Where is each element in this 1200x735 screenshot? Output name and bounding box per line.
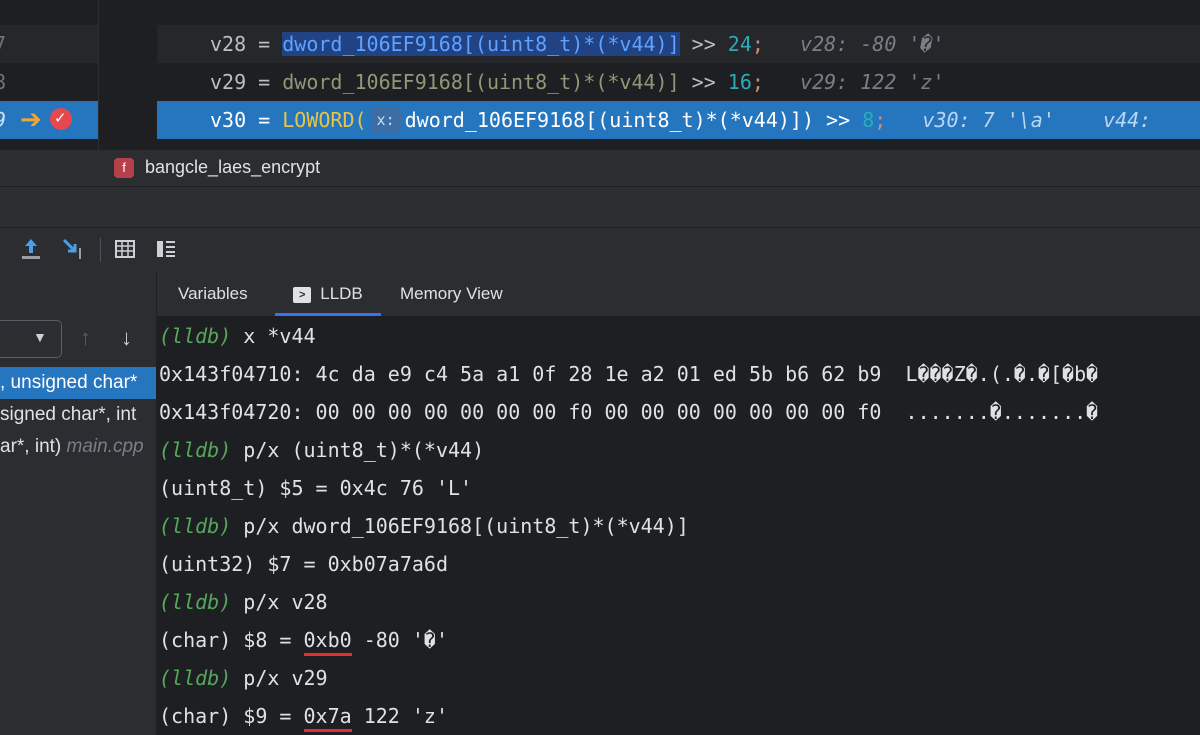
inline-value-hint: v28: -80 '�': [800, 32, 945, 56]
console-output: 0x143f04720: 00 00 00 00 00 00 00 f0 00 …: [159, 400, 1099, 424]
gutter-divider: [98, 0, 157, 150]
output-prefix: (char) $9 =: [159, 704, 304, 728]
selected-expression: dword_106EF9168[(uint8_t)*(*v44)]: [282, 32, 680, 56]
evaluate-table-icon[interactable]: [112, 236, 138, 262]
parameter-hint-chip: x:: [370, 107, 401, 133]
command-text: p/x v28: [231, 590, 328, 614]
execution-point-arrow-icon: ➔: [20, 104, 42, 134]
output-suffix: 122 'z': [351, 704, 448, 728]
tab-memory-view[interactable]: Memory View: [400, 272, 503, 316]
frame-label: signed char*, int: [0, 404, 137, 425]
tab-variables[interactable]: Variables: [178, 272, 248, 316]
arrow-down-icon[interactable]: ↓: [121, 326, 132, 350]
tab-label: Variables: [178, 284, 248, 303]
editor-line[interactable]: 8 v29 = dword_106EF9168[(uint8_t)*(*v44)…: [0, 63, 1200, 101]
layout-icon[interactable]: [153, 236, 179, 262]
debug-tabs: Variables > LLDB Memory View: [157, 272, 1200, 317]
array-expression: dword_106EF9168[(uint8_t)*(*v44)]): [404, 108, 815, 132]
shift-amount: 24: [727, 32, 752, 56]
console-output: 0x143f04710: 4c da e9 c4 5a a1 0f 28 1e …: [159, 362, 1099, 386]
shift-amount: 8: [862, 108, 875, 132]
lldb-prompt: (lldb): [159, 514, 232, 538]
console-output: (uint32) $7 = 0xb07a7a6d: [159, 552, 448, 576]
function-name: LOWORD(: [282, 108, 367, 132]
console-output: (uint8_t) $5 = 0x4c 76 'L': [159, 476, 473, 500]
breadcrumb-function-label[interactable]: bangcle_laes_encrypt: [145, 157, 320, 178]
variable-name: v28: [210, 32, 247, 56]
code-text: v30 = LOWORD(x: dword_106EF9168[(uint8_t)…: [210, 107, 1152, 133]
stack-frame-selected[interactable]: , unsigned char*: [0, 367, 156, 399]
inline-value-hint-2: v44:: [1103, 108, 1152, 132]
tab-label: LLDB: [320, 284, 363, 303]
command-text: p/x v29: [231, 666, 328, 690]
inline-value-hint: v30: 7 '\a': [922, 108, 1055, 132]
run-to-cursor-icon[interactable]: [60, 236, 86, 262]
lldb-prompt: (lldb): [159, 590, 232, 614]
output-prefix: (char) $8 =: [159, 628, 304, 652]
breakpoint-icon[interactable]: ✓: [50, 108, 72, 130]
debug-toolbar: [0, 228, 1200, 273]
console-command: (lldb) p/x v29: [159, 659, 328, 697]
stack-frame[interactable]: ar*, int) main.cpp: [0, 431, 156, 463]
underlined-value: 0xb0: [303, 628, 352, 656]
toolbar-separator: [100, 238, 101, 262]
console-command: (lldb) p/x (uint8_t)*(*v44): [159, 431, 484, 469]
line-number: 9: [0, 101, 14, 139]
console-command: (lldb) x *v44: [159, 317, 316, 355]
editor-line-current[interactable]: 9 v30 = LOWORD(x:dword_106EF9168[(uint8_…: [0, 101, 1200, 139]
function-icon: f: [114, 158, 134, 178]
command-text: p/x dword_106EF9168[(uint8_t)*(*v44)]: [231, 514, 689, 538]
code-text: v28 = dword_106EF9168[(uint8_t)*(*v44)] …: [210, 32, 945, 56]
frame-label: ar*, int): [0, 436, 67, 457]
stack-frame[interactable]: signed char*, int: [0, 399, 156, 431]
editor-line[interactable]: 7 v28 = dword_106EF9168[(uint8_t)*(*v44)…: [0, 25, 1200, 63]
lldb-prompt: (lldb): [159, 666, 232, 690]
line-number: 7: [0, 32, 7, 56]
frames-panel: ▼ ↑ ↓ , unsigned char* signed char*, int…: [0, 272, 157, 735]
chevron-down-icon: ▼: [33, 329, 47, 345]
console-output: (char) $9 = 0x7a 122 'z': [159, 697, 448, 735]
arrow-up-icon[interactable]: ↑: [80, 326, 91, 350]
thread-dropdown[interactable]: ▼: [0, 320, 62, 358]
check-icon: ✓: [54, 110, 67, 127]
terminal-icon: >: [293, 287, 312, 303]
console-command: (lldb) p/x v28: [159, 583, 328, 621]
lldb-console[interactable]: (lldb) x *v44 0x143f04710: 4c da e9 c4 5…: [157, 317, 1200, 735]
code-editor[interactable]: 7 v28 = dword_106EF9168[(uint8_t)*(*v44)…: [0, 0, 1200, 150]
frame-label: , unsigned char*: [0, 372, 138, 393]
shift-amount: 16: [727, 70, 752, 94]
lldb-prompt: (lldb): [159, 324, 232, 348]
command-text: p/x (uint8_t)*(*v44): [231, 438, 485, 462]
output-suffix: -80 '�': [351, 628, 448, 652]
line-number: 8: [0, 70, 7, 94]
step-out-icon[interactable]: [18, 236, 44, 262]
lldb-prompt: (lldb): [159, 438, 232, 462]
tab-lldb[interactable]: > LLDB: [275, 272, 381, 316]
command-text: x *v44: [231, 324, 316, 348]
console-command: (lldb) p/x dword_106EF9168[(uint8_t)*(*v…: [159, 507, 689, 545]
debug-panel-header: [0, 187, 1200, 228]
inline-value-hint: v29: 122 'z': [800, 70, 945, 94]
editor-line-partial: [0, 0, 1200, 26]
variable-name: v29: [210, 70, 247, 94]
frame-file: main.cpp: [66, 436, 144, 457]
console-output: (char) $8 = 0xb0 -80 '�': [159, 621, 448, 659]
tab-label: Memory View: [400, 284, 503, 303]
code-text: v29 = dword_106EF9168[(uint8_t)*(*v44)] …: [210, 70, 945, 94]
breadcrumb: f bangcle_laes_encrypt: [0, 150, 1200, 187]
variable-name: v30: [210, 108, 247, 132]
array-expression: dword_106EF9168[(uint8_t)*(*v44)]: [282, 70, 680, 94]
underlined-value: 0x7a: [303, 704, 352, 732]
